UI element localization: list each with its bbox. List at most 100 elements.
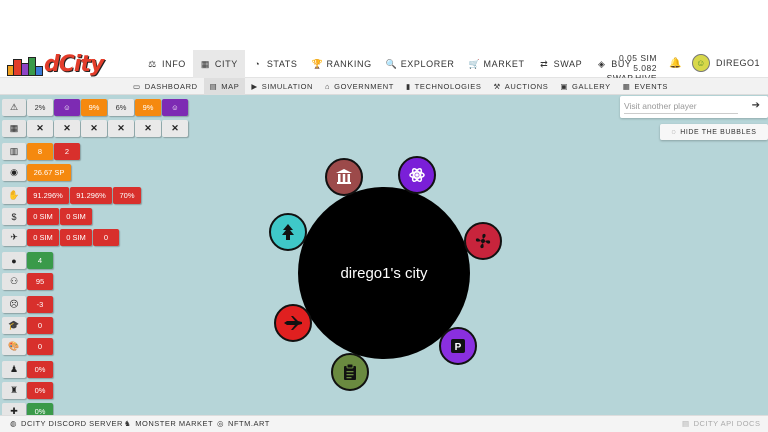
calendar-icon: ▦ [2,120,26,137]
visit-player-search: ➔ [620,96,768,118]
stat-value: 0 SIM [27,229,59,246]
technology-bubble[interactable] [398,156,436,194]
tab-events[interactable]: ▦ EVENTS [617,78,674,95]
airport-bubble[interactable] [274,304,312,342]
nav-ranking-label: RANKING [326,59,372,69]
nav-info[interactable]: ⚖ INFO [140,50,193,78]
stat-row-percentages: ✋ 91.296% 91.296% 70% [2,187,142,204]
discord-icon: ◍ [10,419,18,428]
atom-icon [409,168,425,182]
tab-simulation[interactable]: ▶ SIMULATION [245,78,319,95]
warning-icon: ⚠ [2,99,26,116]
parking-bubble[interactable]: P [439,327,477,365]
scale-icon: ⚖ [148,58,157,69]
nav-stats[interactable]: ◔ STATS [245,50,305,78]
government-bubble[interactable] [325,158,363,196]
tab-dashboard[interactable]: ▭ DASHBOARD [127,78,204,95]
hide-bubbles-button[interactable]: ◌ HIDE THE BUBBLES [660,124,768,140]
tree-icon [282,224,294,240]
nav-market-label: MARKET [483,59,525,69]
city-icon: ▦ [200,58,210,69]
cart-icon: 🛒 [468,58,481,69]
smile-icon: ☺ [162,99,188,116]
stat-value: 9% [135,99,161,116]
avatar: ☺ [692,54,710,72]
smile-icon: ☺ [54,99,80,116]
hand-coin-icon: ✋ [2,187,26,204]
hide-bubbles-label: HIDE THE BUBBLES [680,128,757,136]
map-icon: ▤ [209,82,218,91]
city-buildings-icon [6,56,44,76]
close-icon: ✕ [108,120,134,137]
bell-icon[interactable]: 🔔 [669,58,681,69]
stat-row-culture: 🎨 0 [2,338,54,355]
sim-balance: 0.05 SIM [618,53,657,63]
discord-link[interactable]: ◍ DCITY DISCORD SERVER [10,419,123,428]
jet-icon [284,316,302,330]
tab-map[interactable]: ▤ MAP [203,78,246,95]
close-icon: ✕ [162,120,188,137]
face-icon: ☹ [2,296,26,313]
monster-market-link[interactable]: ♞ MONSTER MARKET [124,419,213,428]
user-menu[interactable]: ☺ DIREGO1 [692,54,760,72]
stat-value: 0% [27,361,53,378]
close-icon: ✕ [135,120,161,137]
nav-city-label: CITY [214,59,238,69]
nature-bubble[interactable] [269,213,307,251]
tab-gallery-label: GALLERY [572,82,611,91]
api-docs-label: DCITY API DOCS [693,419,761,428]
nav-city[interactable]: ▦ CITY [192,50,245,78]
nftm-link[interactable]: ◎ NFTM.ART [217,419,270,428]
top-navbar: dCity ⚖ INFO ▦ CITY ◔ STATS 🏆 RANKING 🔍 … [0,50,768,83]
stat-row-sim: $ 0 SIM 0 SIM [2,208,93,225]
energy-bubble[interactable] [464,222,502,260]
stat-value: 9% [81,99,107,116]
arrow-right-icon[interactable]: ➔ [752,100,760,111]
tab-government-label: GOVERNMENT [334,82,394,91]
stat-value: 91.296% [27,187,69,204]
nav-info-label: INFO [162,59,186,69]
missions-bubble[interactable] [331,353,369,391]
dollar-icon: $ [2,208,26,225]
stat-row-tourism: ✈ 0 SIM 0 SIM 0 [2,229,120,246]
stat-row-education: 🎓 0 [2,317,54,334]
monster-icon: ♞ [124,419,132,428]
stat-row-pollution: ⚠ 2% ☺ 9% 6% 9% ☺ [2,99,189,116]
stat-value: 70% [113,187,141,204]
stat-row-population: ● 4 [2,252,54,269]
nav-market[interactable]: 🛒 MARKET [462,50,532,78]
gavel-icon: ⚒ [493,82,501,91]
stat-row-health: ✚ 0% [2,403,54,415]
stat-row-sp: ◉ 26.67 SP [2,164,72,181]
stat-value: 0 [27,338,53,355]
close-icon: ✕ [27,120,53,137]
api-docs-link[interactable]: ▤ DCITY API DOCS [682,419,760,428]
nav-explorer[interactable]: 🔍 EXPLORER [379,50,462,78]
building-icon: ▥ [2,143,26,160]
tab-government[interactable]: ⌂ GOVERNMENT [319,78,400,95]
airplane-icon: ✈ [2,229,26,246]
gallery-icon: ▣ [560,82,569,91]
visit-player-input[interactable] [624,99,738,114]
thief-icon: ♟ [2,361,26,378]
stat-value: -3 [27,296,53,313]
stat-row-happiness: ☹ -3 [2,296,54,313]
users-icon: ⚇ [2,273,26,290]
eye-slash-icon: ◌ [671,128,677,136]
search-icon: 🔍 [385,58,398,69]
tab-gallery[interactable]: ▣ GALLERY [554,78,616,95]
graduation-cap-icon: 🎓 [2,317,26,334]
dcity-logo[interactable]: dCity [6,52,104,76]
nav-ranking[interactable]: 🏆 RANKING [304,50,378,78]
trophy-icon: 🏆 [311,58,324,69]
stat-row-crime: ♟ 0% [2,361,54,378]
stat-row-people: ⚇ 95 [2,273,54,290]
stat-value: 0% [27,403,53,415]
stat-value: 0 SIM [27,208,59,225]
tab-technologies[interactable]: ▮ TECHNOLOGIES [400,78,488,95]
tab-events-label: EVENTS [634,82,669,91]
document-icon: ▤ [682,419,690,428]
tab-auctions[interactable]: ⚒ AUCTIONS [487,78,554,95]
main-nav: ⚖ INFO ▦ CITY ◔ STATS 🏆 RANKING 🔍 EXPLOR… [140,50,639,78]
tab-map-label: MAP [221,82,240,91]
